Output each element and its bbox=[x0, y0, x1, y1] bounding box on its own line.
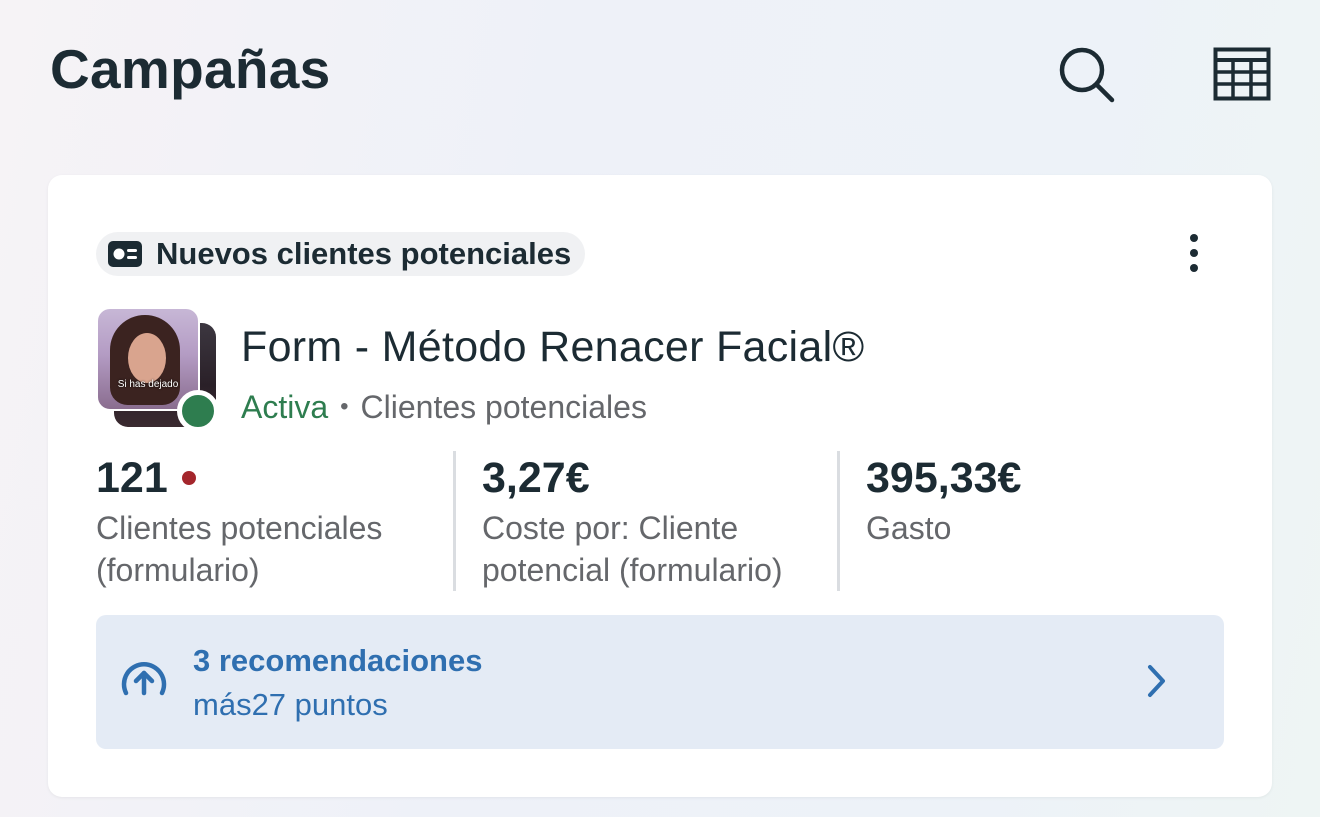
search-icon bbox=[1059, 47, 1115, 103]
recommendations-title: 3 recomendaciones bbox=[193, 643, 483, 678]
status-separator: • bbox=[340, 393, 349, 420]
objective-label: Nuevos clientes potenciales bbox=[156, 236, 572, 271]
more-options-button[interactable] bbox=[1172, 231, 1216, 275]
campaign-status-line: Activa • Clientes potenciales bbox=[241, 387, 647, 427]
metrics-row: 121 Clientes potenciales (formulario) 3,… bbox=[96, 451, 1224, 591]
objective-badge: Nuevos clientes potenciales bbox=[96, 232, 586, 276]
objective-type: Clientes potenciales bbox=[360, 389, 647, 425]
metric-divider bbox=[453, 451, 456, 591]
metric-label: Gasto bbox=[866, 510, 952, 546]
recommendations-banner[interactable]: 3 recomendaciones más27 puntos bbox=[96, 615, 1224, 749]
recommendations-subtitle: más27 puntos bbox=[193, 687, 388, 722]
metric-spend: 395,33€ Gasto bbox=[866, 451, 1206, 591]
campaign-thumbnail: Si has dejado bbox=[96, 307, 220, 432]
arrow-up-circle-icon bbox=[121, 662, 167, 696]
metric-label: Coste por: Cliente potencial (formulario… bbox=[482, 510, 783, 588]
status-indicator bbox=[177, 390, 219, 432]
page-title: Campañas bbox=[50, 38, 331, 100]
metric-value: 121 bbox=[96, 454, 168, 502]
metric-leads: 121 Clientes potenciales (formulario) bbox=[96, 451, 436, 591]
alert-dot bbox=[181, 471, 196, 485]
chevron-right-icon bbox=[1148, 665, 1165, 697]
search-button[interactable] bbox=[1054, 42, 1118, 106]
campaign-card[interactable]: Nuevos clientes potenciales Si has dejad… bbox=[48, 175, 1272, 797]
metric-cost-per-lead: 3,27€ Coste por: Cliente potencial (form… bbox=[482, 451, 832, 591]
table-icon bbox=[1213, 47, 1271, 101]
more-vertical-icon bbox=[1190, 234, 1198, 242]
metric-value: 3,27€ bbox=[482, 454, 590, 502]
metric-label: Clientes potenciales (formulario) bbox=[96, 510, 383, 588]
campaign-name: Form - Método Renacer Facial® bbox=[241, 323, 865, 371]
table-view-button[interactable] bbox=[1210, 42, 1274, 106]
metric-divider bbox=[837, 451, 840, 591]
thumbnail-caption: Si has dejado bbox=[117, 379, 179, 390]
metric-value: 395,33€ bbox=[866, 454, 1022, 502]
lead-form-icon bbox=[108, 241, 142, 267]
status-text: Activa bbox=[241, 389, 329, 425]
